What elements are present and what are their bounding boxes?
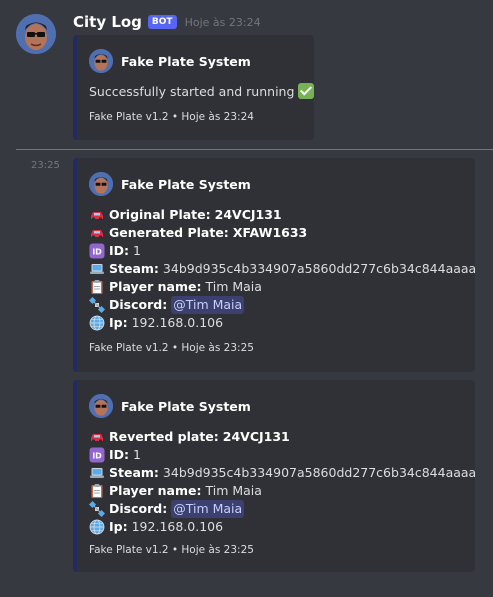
embed-field-row: ID ID: 1 — [89, 242, 476, 260]
satellite-icon — [89, 501, 105, 517]
username[interactable]: City Log — [73, 13, 142, 31]
embed-field-row: Original Plate: 24VCJ131 — [89, 206, 476, 224]
embed-footer: Fake Plate v1.2 • Hoje às 23:25 — [89, 544, 254, 556]
embed-author: Fake Plate System — [89, 394, 251, 418]
field-value: 24VCJ131 — [214, 207, 282, 222]
embed-author-name: Fake Plate System — [121, 176, 251, 192]
globe-icon — [89, 315, 105, 331]
embed-field-row: Player name: Tim Maia — [89, 482, 476, 500]
field-label: Ip: — [109, 315, 128, 330]
embed-field-row: Steam: 34b9d935c4b334907a5860dd277c6b34c8… — [89, 464, 476, 482]
car-icon — [89, 225, 105, 241]
car-icon — [89, 429, 105, 445]
laptop-icon — [89, 261, 105, 277]
embed-description: Original Plate: 24VCJ131 Generated Plate: X… — [89, 206, 476, 332]
field-label: Player name: — [109, 279, 202, 294]
laptop-icon — [89, 465, 105, 481]
embed-author-name: Fake Plate System — [121, 53, 251, 69]
field-value: 192.168.0.106 — [131, 315, 224, 330]
embed-author: Fake Plate System — [89, 172, 251, 196]
embed-field-row: Generated Plate: XFAW1633 — [89, 224, 476, 242]
field-label: Discord: — [109, 501, 168, 516]
bot-badge: BOT — [147, 15, 177, 29]
id-icon: ID — [89, 243, 105, 259]
field-label: Player name: — [109, 483, 202, 498]
field-label: ID: — [109, 243, 130, 258]
success-text: Successfully started and running — [89, 83, 295, 99]
embed-field-row: Discord: @Tim Maia — [89, 296, 476, 314]
user-mention[interactable]: @Tim Maia — [171, 500, 245, 518]
embed-field-row: Ip: 192.168.0.106 — [89, 314, 476, 332]
embed-field-row: Ip: 192.168.0.106 — [89, 518, 476, 536]
field-value: 24VCJ131 — [222, 429, 290, 444]
field-value: 34b9d935c4b334907a5860dd277c6b34c844aaaa — [162, 465, 477, 480]
field-value: 192.168.0.106 — [131, 519, 224, 534]
field-label: Ip: — [109, 519, 128, 534]
field-label: Steam: — [109, 261, 159, 276]
embed-footer: Fake Plate v1.2 • Hoje às 23:24 — [89, 111, 254, 123]
new-messages-divider — [16, 149, 493, 150]
svg-text:ID: ID — [92, 248, 102, 257]
embed-footer: Fake Plate v1.2 • Hoje às 23:25 — [89, 342, 254, 354]
embed-description: Reverted plate: 24VCJ131 ID ID: 1 Steam: 34b9d… — [89, 428, 476, 536]
embed-field-row: ID ID: 1 — [89, 446, 476, 464]
field-label: Original Plate: — [109, 207, 211, 222]
author-avatar-icon — [89, 394, 113, 418]
satellite-icon — [89, 297, 105, 313]
field-label: ID: — [109, 447, 130, 462]
user-mention[interactable]: @Tim Maia — [171, 296, 245, 314]
clipboard-icon — [89, 483, 105, 499]
embed-author: Fake Plate System — [89, 49, 251, 73]
message-header: City Log BOT Hoje às 23:24 — [73, 12, 261, 32]
field-label: Reverted plate: — [109, 429, 219, 444]
embed-plate-generated: Fake Plate System Original Plate: 24VCJ13… — [73, 158, 476, 372]
field-value: 1 — [133, 447, 141, 462]
author-avatar-icon — [89, 49, 113, 73]
side-timestamp: 23:25 — [31, 160, 60, 171]
id-icon: ID — [89, 447, 105, 463]
embed-author-name: Fake Plate System — [121, 398, 251, 414]
field-label: Generated Plate: — [109, 225, 229, 240]
field-value: 1 — [133, 243, 141, 258]
embed-field-row: Steam: 34b9d935c4b334907a5860dd277c6b34c8… — [89, 260, 476, 278]
embed-plate-reverted: Fake Plate System Reverted plate: 24VCJ13… — [73, 380, 476, 572]
field-value: Tim Maia — [205, 483, 262, 498]
success-line: Successfully started and running — [89, 83, 315, 99]
car-icon — [89, 207, 105, 223]
field-value: XFAW1633 — [232, 225, 308, 240]
embed-field-row: Discord: @Tim Maia — [89, 500, 476, 518]
author-avatar-icon — [89, 172, 113, 196]
svg-text:ID: ID — [92, 452, 102, 461]
field-value: 34b9d935c4b334907a5860dd277c6b34c844aaaa — [162, 261, 477, 276]
message-timestamp[interactable]: Hoje às 23:24 — [185, 16, 261, 29]
embed-field-row: Player name: Tim Maia — [89, 278, 476, 296]
globe-icon — [89, 519, 105, 535]
clipboard-icon — [89, 279, 105, 295]
field-label: Steam: — [109, 465, 159, 480]
field-value: Tim Maia — [205, 279, 262, 294]
field-label: Discord: — [109, 297, 168, 312]
embed-startup: Fake Plate System Successfully started a… — [73, 35, 315, 140]
check-mark-icon — [298, 83, 315, 99]
embed-field-row: Reverted plate: 24VCJ131 — [89, 428, 476, 446]
bot-avatar[interactable] — [16, 14, 56, 54]
